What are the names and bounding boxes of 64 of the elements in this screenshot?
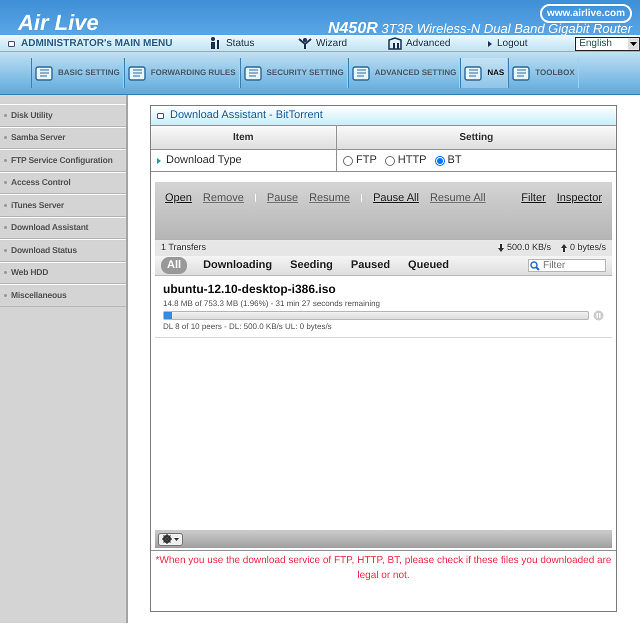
sidebar-item[interactable]: Access Control (0, 172, 126, 194)
torrent-name: ubuntu-12.10-desktop-i386.iso (163, 281, 337, 298)
settings-icon (162, 534, 172, 544)
sidebar-item[interactable]: Download Assistant (0, 216, 126, 239)
up-arrow-icon (560, 244, 567, 252)
sidebar-item[interactable]: iTunes Server (0, 194, 126, 216)
building-icon (388, 37, 402, 50)
menu-link[interactable]: Status (208, 36, 298, 51)
sidebar-item[interactable]: Download Status (0, 239, 126, 262)
filter-tab[interactable]: Queued (406, 257, 451, 274)
radio-label: BT (448, 153, 462, 168)
nav-tab[interactable]: ADVANCED SETTING (348, 58, 460, 88)
toolbar-link[interactable]: Pause All (373, 190, 419, 232)
sidebar-item[interactable]: FTP Service Configuration (0, 149, 126, 172)
sidebar-item[interactable]: Disk Utility (0, 104, 126, 126)
filter-tab[interactable]: Paused (348, 257, 392, 274)
toolbar-link[interactable]: Filter (521, 190, 546, 232)
peers-text: DL 8 of 10 peers - DL: 500.0 KB/s UL: 0 bytes/s (163, 321, 333, 333)
download-speed: 500.0 KB/s (506, 241, 551, 254)
figure-icon (298, 37, 312, 50)
caret-icon (174, 538, 179, 540)
website-link[interactable]: www.airlive.com (540, 4, 632, 23)
nav-tab[interactable]: SECURITY SETTING (240, 58, 348, 88)
radio-label: HTTP (398, 153, 427, 168)
triangle-icon (157, 158, 161, 164)
search-icon (530, 261, 540, 271)
filter-field[interactable]: Filter (528, 259, 606, 272)
menu-link[interactable]: Logout (488, 36, 548, 51)
sidebar-item[interactable]: Samba Server (0, 126, 126, 149)
down-arrow-icon (498, 244, 504, 252)
toolbar-link[interactable]: Inspector (556, 190, 602, 232)
menu-link[interactable]: Wizard (298, 36, 388, 51)
upload-speed: 0 bytes/s (570, 241, 606, 254)
square-icon (8, 40, 15, 46)
panel-title: Download Assistant - BitTorrent (170, 108, 323, 124)
caret-icon (628, 38, 639, 50)
nav-tab[interactable]: BASIC SETTING (31, 58, 124, 88)
transfer-count: 1 Transfers (161, 241, 206, 254)
nav-tab[interactable]: NAS (460, 58, 508, 88)
nav-tab[interactable]: FORWARDING RULES (124, 58, 240, 88)
menu-title: ADMINISTRATOR's MAIN MENU (21, 37, 172, 51)
legal-notice: *When you use the download service of FTP, HTTP, BT, please check if these files you downloaded are legal or not. (151, 550, 616, 611)
row-label: Download Type (166, 153, 242, 168)
person-icon (208, 37, 222, 50)
sidebar-item[interactable]: Miscellaneous (0, 284, 126, 306)
radio-button[interactable] (384, 156, 395, 166)
square-icon (157, 112, 164, 118)
filter-tab[interactable]: All (161, 257, 188, 274)
triangle-icon (488, 40, 493, 48)
toolbar-link[interactable]: Open (165, 190, 192, 232)
logo-text: Air Live (18, 9, 99, 37)
radio-label: FTP (356, 153, 377, 168)
sidebar-item[interactable]: Web HDD (0, 262, 126, 284)
language-select[interactable]: English (575, 36, 640, 50)
radio-button[interactable] (343, 156, 353, 166)
radio-button[interactable] (434, 156, 445, 166)
column-header: Item (151, 126, 337, 149)
filter-tab[interactable]: Seeding (288, 257, 335, 274)
filter-tab[interactable]: Downloading (201, 257, 274, 274)
settings-button[interactable] (158, 532, 183, 546)
column-header: Setting (458, 131, 494, 145)
menu-link[interactable]: Advanced (388, 36, 488, 51)
nav-tab[interactable]: TOOLBOX (508, 58, 579, 88)
progress-text: 14.8 MB of 753.3 MB (1.96%) - 31 min 27 seconds remaining (163, 298, 381, 310)
